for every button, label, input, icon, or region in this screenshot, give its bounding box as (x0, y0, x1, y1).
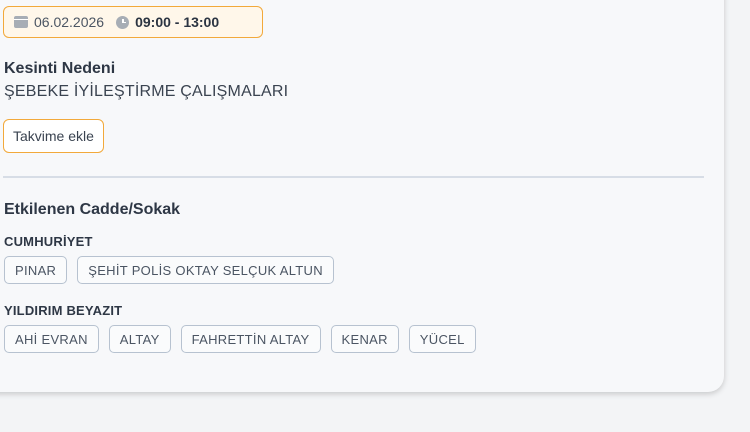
outage-date: 06.02.2026 (34, 14, 105, 30)
street-tag: FAHRETTİN ALTAY (180, 325, 321, 353)
street-tag: AHİ EVRAN (4, 325, 99, 353)
street-group-title: YILDIRIM BEYAZIT (4, 303, 123, 318)
street-group-yildirim-beyazit: YILDIRIM BEYAZIT AHİ EVRAN ALTAY FAHRETT… (4, 303, 476, 353)
outage-datetime: 06.02.2026 09:00 - 13:00 (3, 6, 263, 38)
reason-label: Kesinti Nedeni (4, 60, 116, 77)
add-to-calendar-button[interactable]: Takvime ekle (3, 119, 104, 153)
reason-text: ŞEBEKE İYİLEŞTİRME ÇALIŞMALARI (4, 83, 289, 100)
street-tag: ALTAY (108, 325, 171, 353)
street-tag: PINAR (4, 256, 68, 284)
street-tag: KENAR (330, 325, 399, 353)
calendar-icon (14, 16, 28, 28)
affected-streets-title: Etkilenen Cadde/Sokak (4, 201, 181, 218)
outage-time: 09:00 - 13:00 (135, 14, 220, 30)
street-group-title: CUMHURİYET (4, 234, 93, 249)
clock-icon (116, 15, 130, 29)
street-tag: YÜCEL (408, 325, 476, 353)
street-tag: ŞEHİT POLİS OKTAY SELÇUK ALTUN (77, 256, 334, 284)
divider (3, 176, 704, 178)
street-group-cumhuriyet: CUMHURİYET PINAR ŞEHİT POLİS OKTAY SELÇU… (4, 234, 334, 284)
